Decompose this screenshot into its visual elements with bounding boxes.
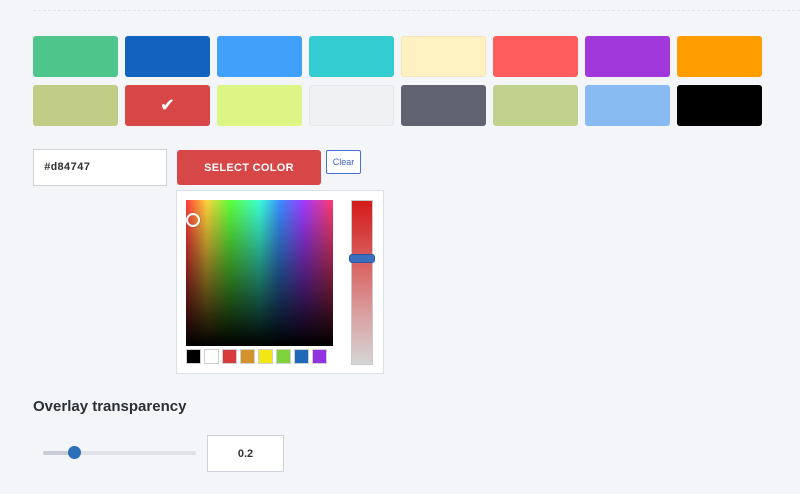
color-swatch[interactable] bbox=[677, 85, 762, 126]
top-divider bbox=[33, 10, 800, 11]
check-icon: ✔ bbox=[159, 95, 176, 116]
preset-swatch[interactable] bbox=[204, 349, 219, 364]
color-swatch-grid: ✔ bbox=[33, 36, 762, 126]
color-swatch[interactable] bbox=[217, 36, 302, 77]
preset-swatch[interactable] bbox=[312, 349, 327, 364]
saturation-value-area[interactable] bbox=[186, 200, 333, 346]
preset-swatch[interactable] bbox=[240, 349, 255, 364]
preset-swatch[interactable] bbox=[186, 349, 201, 364]
color-swatch[interactable] bbox=[33, 85, 118, 126]
color-swatch[interactable] bbox=[309, 36, 394, 77]
color-swatch[interactable] bbox=[677, 36, 762, 77]
transparency-value-input[interactable] bbox=[207, 435, 284, 472]
preset-swatch[interactable] bbox=[294, 349, 309, 364]
color-swatch[interactable] bbox=[585, 85, 670, 126]
color-swatch[interactable]: ✔ bbox=[125, 85, 210, 126]
color-swatch[interactable] bbox=[493, 85, 578, 126]
preset-swatch[interactable] bbox=[222, 349, 237, 364]
color-swatch[interactable] bbox=[401, 36, 486, 77]
transparency-slider-thumb[interactable] bbox=[67, 446, 81, 459]
color-swatch[interactable] bbox=[493, 36, 578, 77]
transparency-slider[interactable] bbox=[43, 446, 196, 459]
preset-swatch[interactable] bbox=[276, 349, 291, 364]
preset-swatch[interactable] bbox=[258, 349, 273, 364]
color-swatch[interactable] bbox=[309, 85, 394, 126]
color-swatch[interactable] bbox=[33, 36, 118, 77]
color-swatch[interactable] bbox=[125, 36, 210, 77]
color-swatch[interactable] bbox=[585, 36, 670, 77]
color-handle[interactable] bbox=[186, 213, 200, 227]
hue-slider[interactable] bbox=[349, 200, 375, 365]
select-color-button[interactable]: SELECT COLOR bbox=[177, 150, 321, 185]
clear-button[interactable]: Clear bbox=[326, 150, 361, 174]
overlay-transparency-title: Overlay transparency bbox=[33, 398, 187, 415]
hex-color-input[interactable] bbox=[33, 149, 167, 186]
hue-slider-thumb[interactable] bbox=[349, 254, 375, 264]
preset-colors bbox=[186, 349, 327, 364]
color-picker-panel bbox=[176, 190, 384, 374]
color-swatch[interactable] bbox=[401, 85, 486, 126]
color-swatch[interactable] bbox=[217, 85, 302, 126]
